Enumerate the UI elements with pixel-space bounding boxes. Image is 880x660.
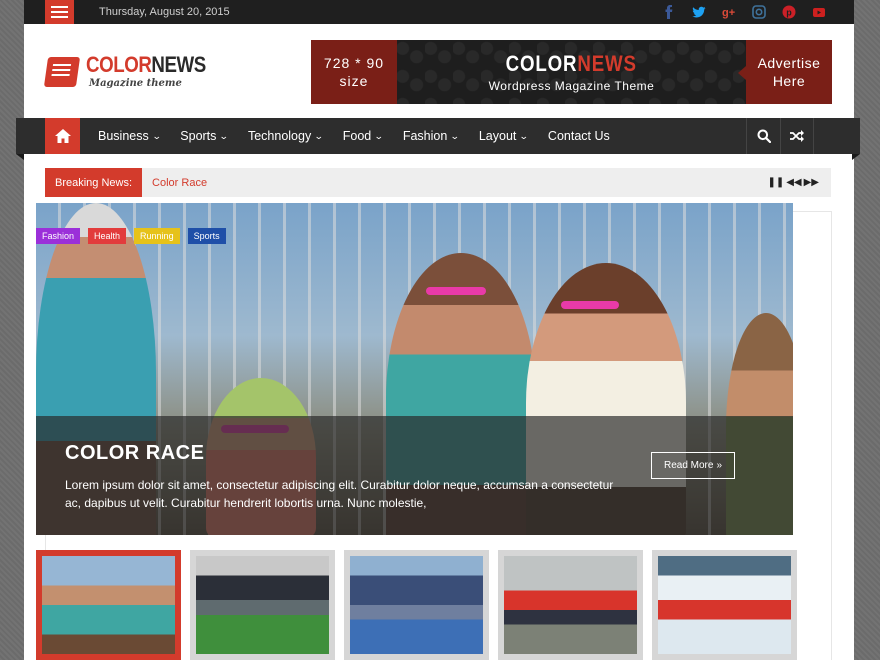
slider-thumbnails xyxy=(36,550,797,660)
hamburger-menu-button[interactable] xyxy=(45,0,74,24)
featured-title[interactable]: COLOR RACE xyxy=(65,442,204,465)
chevron-down-icon: ⌄ xyxy=(450,130,460,141)
breaking-news-bar: Breaking News: Color Race ❚❚ ◀◀ ▶▶ xyxy=(45,168,831,197)
category-tag-fashion[interactable]: Fashion xyxy=(36,228,81,244)
instagram-icon[interactable] xyxy=(752,5,766,19)
chevron-down-icon: ⌄ xyxy=(374,130,384,141)
advertise-here-label: Advertise Here xyxy=(738,40,832,104)
category-tag-running[interactable]: Running xyxy=(134,228,180,244)
shuffle-icon xyxy=(790,130,804,142)
next-icon[interactable]: ▶▶ xyxy=(804,177,819,188)
googleplus-icon[interactable]: g+ xyxy=(722,5,736,19)
logo-title: COLORNEWS xyxy=(86,52,206,77)
featured-caption: COLOR RACE Lorem ipsum dolor sit amet, c… xyxy=(36,416,793,535)
ad-brand-block: COLORNEWS Wordpress Magazine Theme xyxy=(397,40,746,104)
random-post-button[interactable] xyxy=(780,118,814,154)
chevron-down-icon: ⌄ xyxy=(519,130,530,141)
breaking-news-label: Breaking News: xyxy=(45,168,143,197)
current-date: Thursday, August 20, 2015 xyxy=(99,6,230,18)
book-icon xyxy=(43,56,81,87)
search-icon xyxy=(757,129,771,143)
prev-icon[interactable]: ◀◀ xyxy=(786,177,801,188)
double-chevron-right-icon: » xyxy=(716,460,723,471)
main-navigation: Business ⌄ Sports ⌄ Technology ⌄ Food ⌄ Fash… xyxy=(16,118,860,160)
site-logo[interactable]: COLORNEWS Magazine theme xyxy=(43,52,227,89)
chevron-down-icon: ⌄ xyxy=(219,130,230,141)
chevron-down-icon: ⌄ xyxy=(314,130,324,141)
search-button[interactable] xyxy=(746,118,780,154)
ad-size-label: 728 * 90 size xyxy=(311,40,397,104)
pinterest-icon[interactable]: p xyxy=(782,5,796,19)
category-tag-sports[interactable]: Sports xyxy=(187,228,226,244)
nav-item-sports[interactable]: Sports ⌄ xyxy=(172,118,236,154)
category-tags: Fashion Health Running Sports xyxy=(36,228,226,244)
nav-item-technology[interactable]: Technology ⌄ xyxy=(240,118,331,154)
advertisement-banner[interactable]: 728 * 90 size COLORNEWS Wordpress Magazi… xyxy=(311,40,832,104)
svg-text:g+: g+ xyxy=(722,7,735,19)
chevron-down-icon: ⌄ xyxy=(151,130,162,141)
home-icon xyxy=(54,129,71,143)
home-button[interactable] xyxy=(45,118,80,154)
nav-item-contact-us[interactable]: Contact Us xyxy=(540,118,618,154)
social-links: g+ p xyxy=(662,5,826,19)
ticker-controls: ❚❚ ◀◀ ▶▶ xyxy=(767,177,819,188)
ad-subtitle: Wordpress Magazine Theme xyxy=(488,79,655,93)
ad-brand: COLORNEWS xyxy=(505,51,638,76)
thumbnail-3[interactable] xyxy=(344,550,489,660)
logo-tagline: Magazine theme xyxy=(89,78,182,89)
category-tag-health[interactable]: Health xyxy=(88,228,127,244)
read-more-button[interactable]: Read More» xyxy=(651,452,735,479)
nav-item-fashion[interactable]: Fashion ⌄ xyxy=(395,118,467,154)
nav-item-food[interactable]: Food ⌄ xyxy=(335,118,391,154)
thumbnail-4[interactable] xyxy=(498,550,643,660)
pause-icon[interactable]: ❚❚ xyxy=(767,177,784,188)
svg-text:p: p xyxy=(786,8,792,18)
thumbnail-1[interactable] xyxy=(36,550,181,660)
nav-item-business[interactable]: Business ⌄ xyxy=(90,118,168,154)
youtube-icon[interactable] xyxy=(812,5,826,19)
site-header: COLORNEWS Magazine theme 728 * 90 size C… xyxy=(24,24,854,118)
breaking-news-headline[interactable]: Color Race xyxy=(152,177,207,189)
nav-item-layout[interactable]: Layout ⌄ xyxy=(471,118,536,154)
facebook-icon[interactable] xyxy=(662,5,676,19)
featured-excerpt: Lorem ipsum dolor sit amet, consectetur … xyxy=(65,478,614,510)
twitter-icon[interactable] xyxy=(692,5,706,19)
thumbnail-2[interactable] xyxy=(190,550,335,660)
featured-slider[interactable]: Fashion Health Running Sports COLOR RACE… xyxy=(36,203,793,535)
top-bar: Thursday, August 20, 2015 g+ p xyxy=(24,0,854,24)
thumbnail-5[interactable] xyxy=(652,550,797,660)
